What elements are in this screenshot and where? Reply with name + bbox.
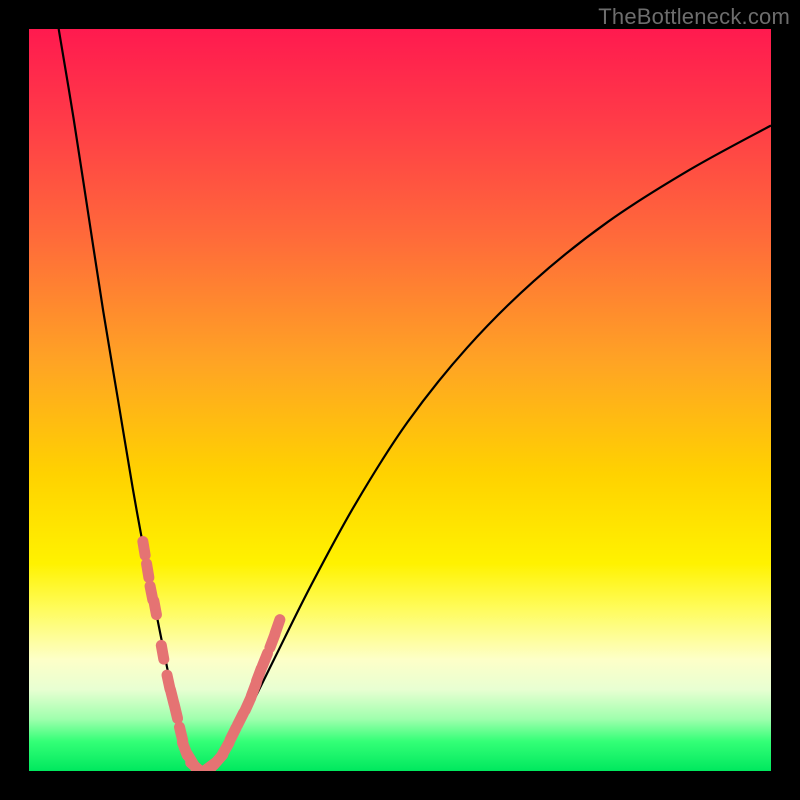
curve-marker bbox=[147, 564, 149, 578]
curve-marker bbox=[275, 620, 280, 633]
watermark-text: TheBottleneck.com bbox=[598, 4, 790, 30]
curve-marker bbox=[174, 705, 177, 719]
curve-marker bbox=[143, 541, 145, 555]
curve-marker bbox=[154, 601, 157, 615]
plot-area bbox=[29, 29, 771, 771]
curve-marker bbox=[262, 653, 267, 666]
curve-layer bbox=[29, 29, 771, 771]
curve-marker bbox=[161, 645, 163, 659]
